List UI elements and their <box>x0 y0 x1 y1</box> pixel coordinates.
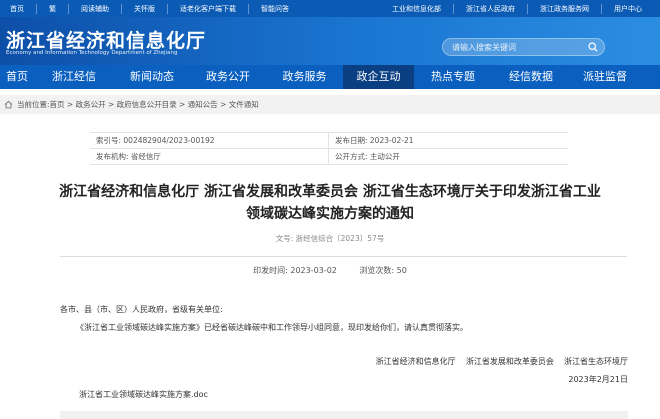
meta-publish-date: 发布日期: 2023-02-21 <box>335 136 414 145</box>
document-body: 各市、县（市、区）人民政府，省级有关单位: 《浙江省工业领域碳达峰实施方案》已经… <box>60 301 630 337</box>
nav-zj-jingxin[interactable]: 浙江经信 <box>34 65 114 89</box>
site-title[interactable]: 浙江省经济和信息化厅 <box>6 26 206 53</box>
home-icon <box>4 100 13 109</box>
nav-home[interactable]: 首页 <box>0 65 34 89</box>
document-title: 浙江省经济和信息化厅 浙江省发展和改革委员会 浙江省生态环境厅关于印发浙江省工业… <box>0 181 660 225</box>
top-link-care-version[interactable]: 关怀版 <box>122 3 168 14</box>
site-subtitle: Economy and Information Technology Depar… <box>6 50 178 56</box>
top-utility-bar: 首页 繁 阅读辅助 关怀版 适老化客户端下载 智能问答 工业和信息化部 浙江省人… <box>0 0 660 17</box>
top-utility-right: 工业和信息化部 浙江省人民政府 浙江政务服务网 用户中心 <box>380 3 654 14</box>
meta-row: 发布机构: 省经信厅 公开方式: 主动公开 <box>90 149 568 165</box>
top-link-zj-service[interactable]: 浙江政务服务网 <box>528 3 602 14</box>
breadcrumb-path[interactable]: 当前位置:首页 > 政务公开 > 政府信息公开目录 > 通知公告 > 文件通知 <box>17 99 259 110</box>
divider <box>60 256 627 257</box>
document-signature: 浙江省经济和信息化厅 浙江省发展和改革委员会 浙江省生态环境厅 2023年2月2… <box>376 353 628 389</box>
meta-index-no: 索引号: 002482904/2023-00192 <box>90 133 329 148</box>
nav-data[interactable]: 经信数据 <box>492 65 570 89</box>
top-link-reading-aid[interactable]: 阅读辅助 <box>69 3 122 14</box>
top-utility-left: 首页 繁 阅读辅助 关怀版 适老化客户端下载 智能问答 <box>6 3 301 14</box>
print-time: 印发时间: 2023-03-02 <box>253 266 337 275</box>
signers: 浙江省经济和信息化厅 浙江省发展和改革委员会 浙江省生态环境厅 <box>375 357 628 366</box>
document-title-line: 浙江省经济和信息化厅 浙江省发展和改革委员会 浙江省生态环境厅关于印发浙江省工业 <box>59 184 601 200</box>
nav-supervision[interactable]: 派驻监督 <box>570 65 640 89</box>
top-link-traditional[interactable]: 繁 <box>37 3 69 14</box>
body-paragraph: 《浙江省工业领域碳达峰实施方案》已经省碳达峰碳中和工作领导小组同意，现印发给你们… <box>76 323 468 332</box>
document-meta-table: 索引号: 002482904/2023-00192 发布日期: 2023-02-… <box>90 132 568 165</box>
nav-gov-affairs[interactable]: 政务公开 <box>190 65 266 89</box>
site-header: 浙江省经济和信息化厅 Economy and Information Techn… <box>0 17 660 65</box>
document-number: 文号: 浙经信综合〔2023〕57号 <box>275 234 385 243</box>
nav-interaction[interactable]: 政企互动 <box>343 65 414 89</box>
breadcrumb: 当前位置:首页 > 政务公开 > 政府信息公开目录 > 通知公告 > 文件通知 <box>0 95 660 114</box>
top-link-miit[interactable]: 工业和信息化部 <box>380 3 454 14</box>
content-bottom-band <box>60 411 628 419</box>
top-link-user-center[interactable]: 用户中心 <box>602 4 654 14</box>
top-link-zj-gov[interactable]: 浙江省人民政府 <box>454 3 528 14</box>
sign-date: 2023年2月21日 <box>568 375 628 384</box>
publish-info: 印发时间: 2023-03-02 浏览次数: 50 <box>0 265 660 276</box>
top-link-home[interactable]: 首页 <box>6 3 37 14</box>
document-title-line: 领域碳达峰实施方案的通知 <box>246 206 414 222</box>
meta-disclosure: 公开方式: 主动公开 <box>335 152 400 161</box>
nav-topics[interactable]: 热点专题 <box>414 65 492 89</box>
meta-row: 索引号: 002482904/2023-00192 发布日期: 2023-02-… <box>90 133 568 149</box>
attachment-link[interactable]: 浙江省工业领域碳达峰实施方案.doc <box>79 389 208 400</box>
search-icon[interactable] <box>586 40 600 54</box>
view-count: 浏览次数: 50 <box>359 266 407 275</box>
meta-publisher: 发布机构: 省经信厅 <box>90 149 329 164</box>
main-nav: 首页 浙江经信 新闻动态 政务公开 政务服务 政企互动 热点专题 经信数据 派驻… <box>0 65 660 89</box>
search-box <box>442 38 605 56</box>
salutation: 各市、县（市、区）人民政府，省级有关单位: <box>60 305 223 314</box>
search-input[interactable] <box>443 42 586 52</box>
nav-gov-service[interactable]: 政务服务 <box>266 65 343 89</box>
top-link-smart-qa[interactable]: 智能问答 <box>249 4 301 14</box>
top-link-elder-app[interactable]: 适老化客户端下载 <box>168 3 249 14</box>
nav-news[interactable]: 新闻动态 <box>114 65 190 89</box>
